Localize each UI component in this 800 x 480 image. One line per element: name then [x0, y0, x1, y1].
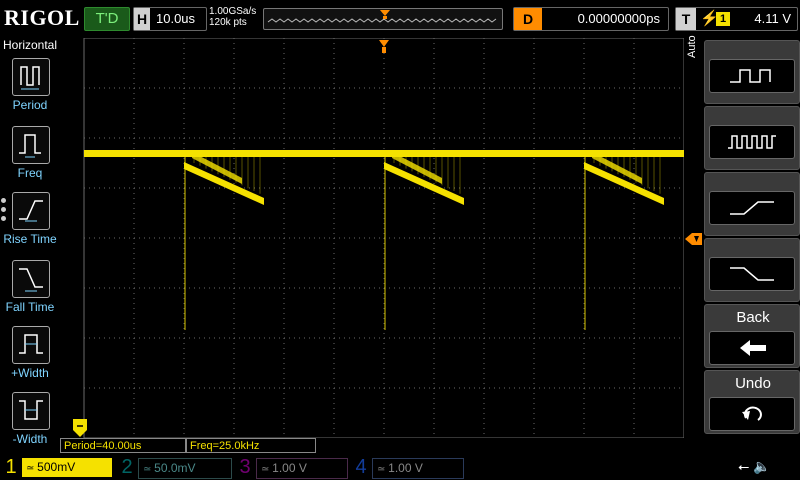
measure-pos-width[interactable]: +Width — [0, 326, 60, 392]
run-state-indicator[interactable]: T'D — [84, 7, 130, 31]
channel-status-bar: 1 ≃ 500mV 2 ≃ 50.0mV 3 ≃ 1.00 V 4 ≃ 1.00… — [0, 455, 800, 480]
delay-label: D — [514, 8, 542, 30]
softkey-panel: Back Undo — [704, 40, 800, 452]
undo-button[interactable]: Undo — [704, 370, 800, 434]
trigger-label: T — [676, 8, 696, 30]
measure-freq[interactable]: Freq — [0, 126, 60, 192]
delay-display[interactable]: D 0.00000000ps — [513, 7, 669, 31]
timebase-value: 10.0us — [156, 11, 196, 26]
channel4-number: 4 — [355, 456, 367, 478]
measurement-results: Period=40.00us Freq=25.0kHz — [60, 438, 316, 453]
trace-period-2 — [384, 152, 464, 330]
fall-time-label: Fall Time — [5, 300, 55, 314]
channel4-status[interactable]: 4 ≃ 1.00 V — [350, 455, 464, 480]
trigger-position-marker — [380, 10, 390, 16]
trigger-source: 1 — [716, 12, 730, 26]
channel1-ground-marker[interactable] — [72, 418, 88, 438]
pos-width-icon — [12, 326, 50, 364]
trace-period-3 — [584, 152, 664, 330]
speaker-icon: 🔈 — [753, 458, 771, 474]
channel4-scale: ≃ 1.00 V — [372, 458, 464, 479]
trigger-time-marker — [379, 40, 389, 47]
trigger-level: 4.11 V — [754, 11, 791, 26]
pulse-train-icon — [709, 125, 795, 159]
measure-fall-time[interactable]: Fall Time — [0, 260, 60, 326]
memory-depth: 120k pts — [209, 17, 247, 28]
softkey-pulse-train[interactable] — [704, 106, 800, 170]
channel2-scale: ≃ 50.0mV — [138, 458, 232, 479]
channel2-number: 2 — [121, 456, 133, 478]
measure-period[interactable]: Period — [0, 58, 60, 124]
measurement-period[interactable]: Period=40.00us — [60, 438, 186, 453]
sample-info: 1.00GSa/s 120k pts — [209, 6, 256, 28]
fall-time-icon — [12, 260, 50, 298]
period-icon — [12, 58, 50, 96]
measure-neg-width[interactable]: -Width — [0, 392, 60, 458]
trace-period-1 — [184, 152, 264, 330]
neg-width-icon — [12, 392, 50, 430]
measurement-freq[interactable]: Freq=25.0kHz — [186, 438, 316, 453]
softkey-rising-edge[interactable] — [704, 172, 800, 236]
back-arrow-icon — [709, 331, 795, 365]
rise-time-icon — [12, 192, 50, 230]
neg-width-label: -Width — [12, 432, 48, 446]
pos-width-label: +Width — [11, 366, 49, 380]
period-label: Period — [12, 98, 48, 112]
channel3-status[interactable]: 3 ≃ 1.00 V — [234, 455, 348, 480]
horizontal-label: H — [134, 8, 150, 30]
sample-rate: 1.00GSa/s — [209, 6, 257, 17]
trigger-level-arrow — [685, 233, 702, 245]
mode-label: Auto — [686, 35, 698, 58]
freq-label: Freq — [17, 166, 43, 180]
graticule — [83, 38, 684, 438]
rise-time-label: Rise Time — [3, 232, 57, 246]
back-button[interactable]: Back — [704, 304, 800, 368]
usb-icon: ⭠ — [738, 458, 750, 474]
rising-edge-shape-icon — [709, 191, 795, 225]
trigger-display[interactable]: T ⚡ 1 4.11 V — [675, 7, 798, 31]
measure-rise-time[interactable]: Rise Time — [0, 192, 60, 258]
undo-icon — [709, 397, 795, 431]
channel1-scale: ≃ 500mV — [22, 458, 112, 477]
softkey-falling-edge[interactable] — [704, 238, 800, 302]
delay-value: 0.00000000ps — [577, 11, 660, 26]
channel2-status[interactable]: 2 ≃ 50.0mV — [116, 455, 232, 480]
menu-title: Horizontal — [2, 38, 58, 52]
falling-edge-shape-icon — [709, 257, 795, 291]
softkey-single-pulse[interactable] — [704, 40, 800, 104]
memory-position-bar[interactable] — [263, 8, 503, 30]
channel1-status[interactable]: 1 ≃ 500mV — [0, 455, 112, 480]
horizontal-timebase[interactable]: H 10.0us — [133, 7, 207, 31]
waveform-display[interactable] — [62, 38, 684, 438]
channel3-number: 3 — [239, 456, 251, 478]
pulse-single-icon — [709, 59, 795, 93]
back-label: Back — [736, 309, 770, 326]
memory-waveform-thumbnail — [267, 18, 497, 23]
undo-label: Undo — [735, 375, 771, 392]
usb-audio-status: ⭠ 🔈 — [738, 458, 771, 475]
freq-icon — [12, 126, 50, 164]
channel1-number: 1 — [5, 456, 17, 478]
channel3-scale: ≃ 1.00 V — [256, 458, 348, 479]
brand-logo: RIGOL — [4, 5, 80, 30]
